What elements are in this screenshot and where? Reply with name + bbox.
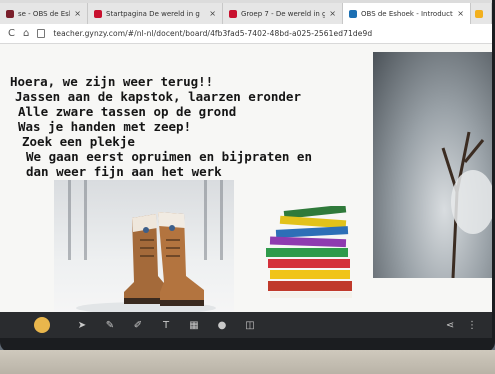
home-icon[interactable]: ⌂ [23, 28, 29, 39]
winter-boots-image[interactable] [54, 180, 234, 316]
pointer-tool-icon[interactable]: ➤ [76, 319, 88, 331]
tab-title: se - OBS de Eshoek [18, 9, 70, 18]
browser-screen: se - OBS de Eshoek × Startpagina De were… [0, 0, 492, 338]
marker-tool-icon[interactable]: ✐ [132, 319, 144, 331]
tab-groep-7[interactable]: Groep 7 - De wereld in get × [223, 3, 343, 24]
favicon-icon [229, 9, 237, 18]
tab-bar: se - OBS de Eshoek × Startpagina De were… [0, 0, 492, 24]
favicon-icon [349, 9, 357, 18]
gynzy-board[interactable]: Hoera, we zijn weer terug!! Jassen aan d… [0, 44, 492, 316]
favicon-icon [475, 9, 483, 18]
message-line: Was je handen met zeep! [18, 119, 192, 134]
tab-obs-de-eshoek[interactable]: se - OBS de Eshoek × [0, 3, 88, 24]
welcome-message: Hoera, we zijn weer terug!! Jassen aan d… [10, 74, 312, 179]
tab-title: OBS de Eshoek - Introduct [361, 9, 453, 18]
more-icon[interactable]: ⋮ [466, 319, 478, 331]
message-line: Zoek een plekje [22, 134, 135, 149]
boots-icon [76, 212, 216, 314]
message-line: Hoera, we zijn weer terug!! [10, 74, 214, 89]
close-tab-icon[interactable]: × [329, 9, 336, 18]
favicon-icon [94, 9, 102, 18]
book-stack-image[interactable] [262, 204, 360, 300]
snowy-branch-photo[interactable] [373, 52, 492, 278]
message-line: dan weer fijn aan het werk [26, 164, 222, 179]
home-button[interactable] [34, 317, 50, 333]
tab-title: Groep 7 - De wereld in get [241, 9, 326, 18]
message-line: Jassen aan de kapstok, laarzen eronder [15, 89, 301, 104]
books-icon [266, 204, 352, 298]
refresh-icon[interactable]: C [8, 28, 15, 39]
url-field[interactable]: teacher.gynzy.com/#/nl-nl/docent/board/4… [53, 29, 372, 38]
color-tool-icon[interactable]: ● [216, 319, 228, 331]
shapes-tool-icon[interactable]: ▦ [188, 319, 200, 331]
tab-startpagina[interactable]: Startpagina De wereld in g × [88, 3, 223, 24]
close-tab-icon[interactable]: × [457, 9, 464, 18]
monitor-bezel: se - OBS de Eshoek × Startpagina De were… [0, 0, 495, 352]
desk-surface [0, 350, 495, 374]
lock-icon [37, 29, 46, 38]
tab-title: Startpagina De wereld in g [106, 9, 200, 18]
close-tab-icon[interactable]: × [209, 9, 216, 18]
board-toolbar: ➤ ✎ ✐ T ▦ ● ◫ ⋖ ⋮ [0, 312, 492, 338]
favicon-icon [6, 9, 14, 18]
share-icon[interactable]: ⋖ [444, 319, 456, 331]
tab-partial[interactable] [471, 3, 492, 24]
tab-obs-introductie[interactable]: OBS de Eshoek - Introduct × [343, 3, 471, 24]
pen-tool-icon[interactable]: ✎ [104, 319, 116, 331]
branch-icon [441, 131, 492, 278]
eraser-tool-icon[interactable]: ◫ [244, 319, 256, 331]
address-bar: C ⌂ teacher.gynzy.com/#/nl-nl/docent/boa… [0, 24, 492, 44]
message-line: Alle zware tassen op de grond [18, 104, 237, 119]
close-tab-icon[interactable]: × [74, 9, 81, 18]
text-tool-icon[interactable]: T [160, 319, 172, 331]
message-line: We gaan eerst opruimen en bijpraten en [26, 149, 312, 164]
